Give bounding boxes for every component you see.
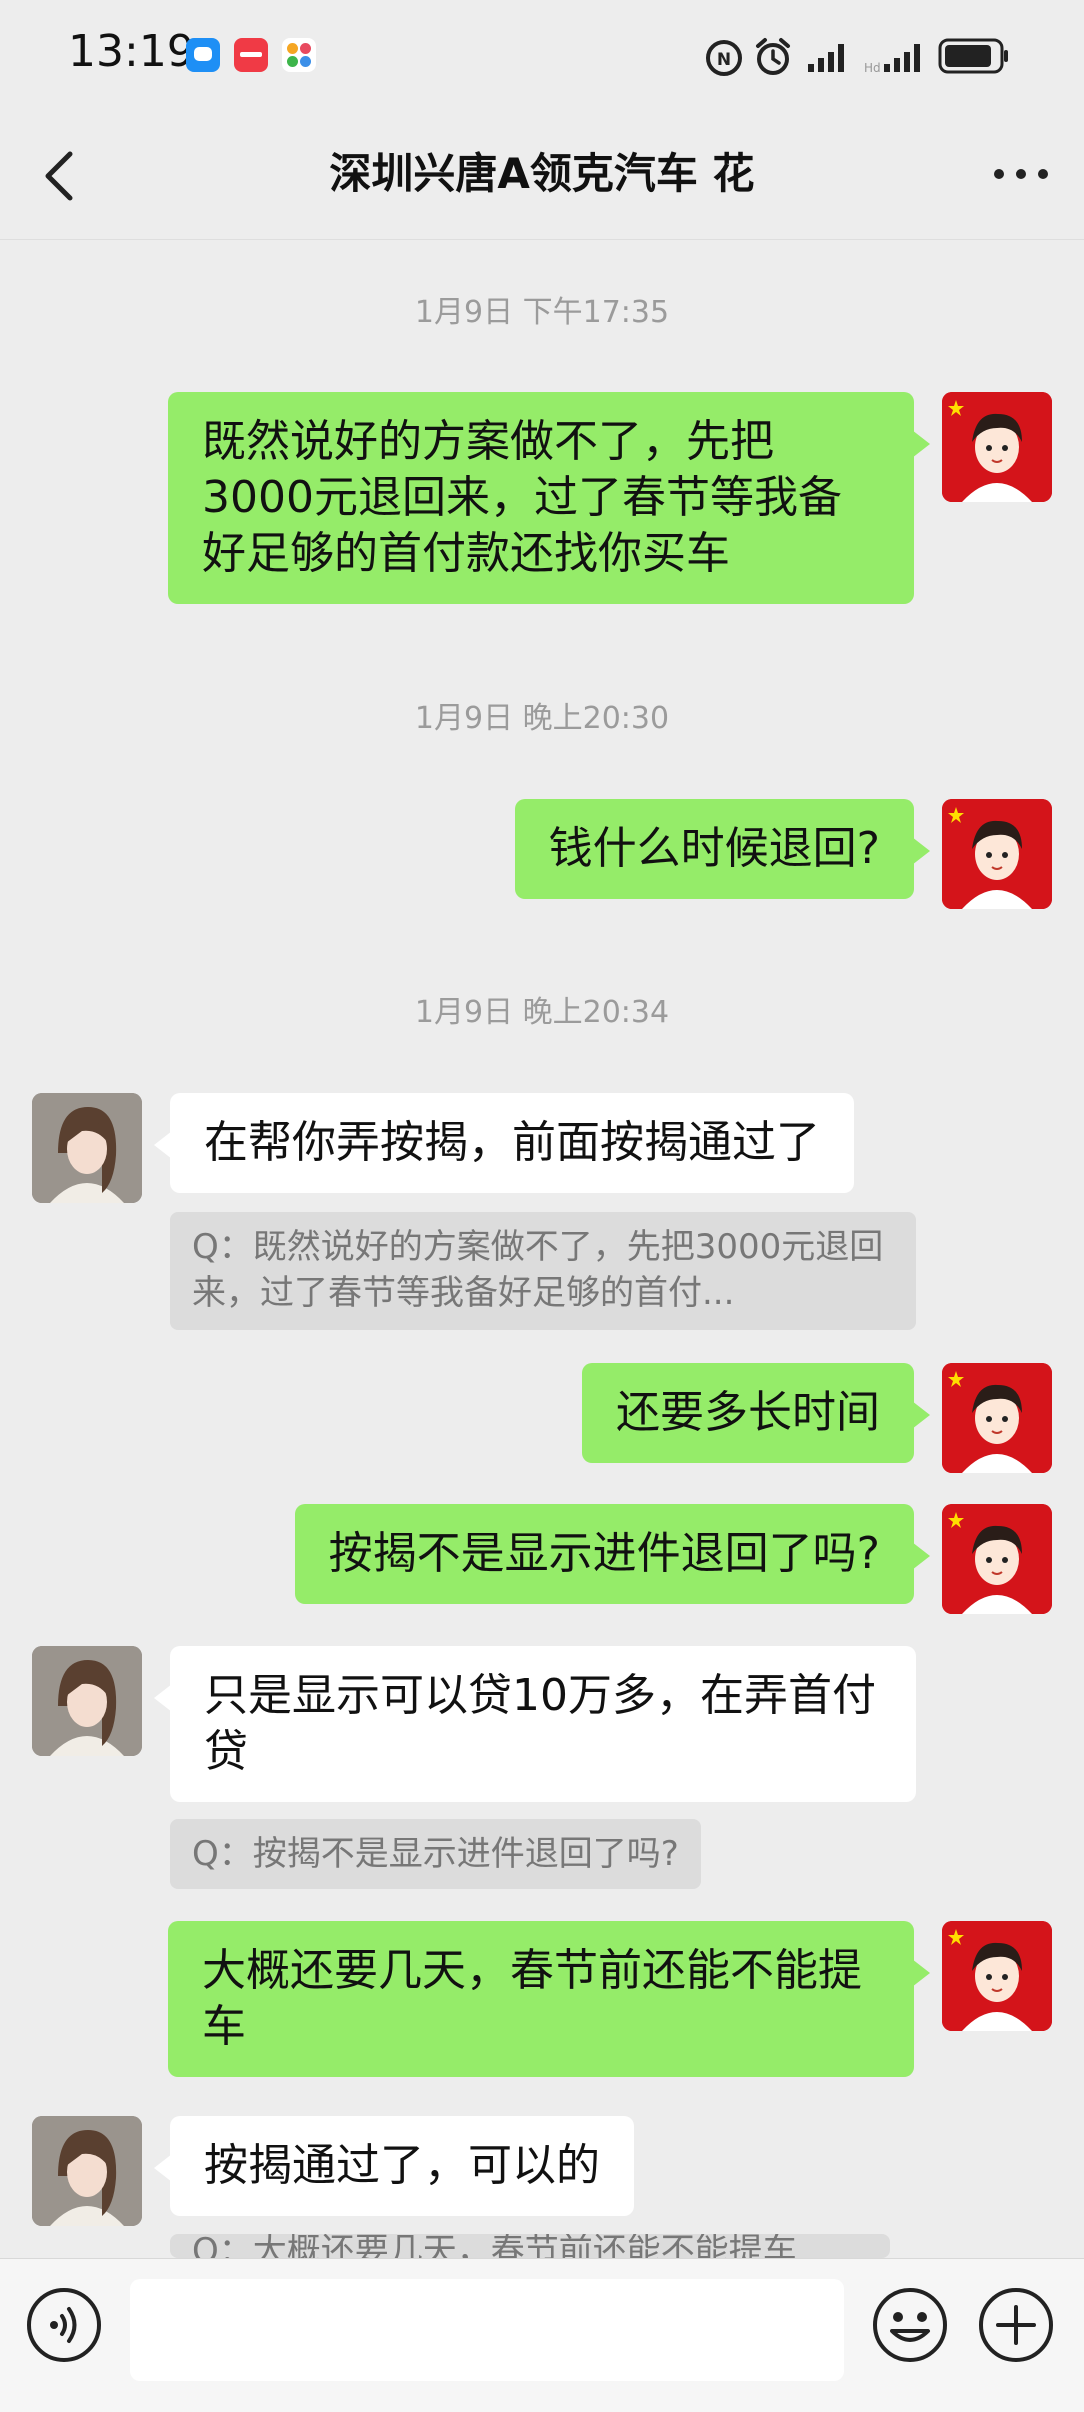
input-bar: [0, 2258, 1084, 2412]
chat-screen: 13:19 N Hd 深圳兴唐A领克汽车 花 1月9日 下午17:35 既然说好…: [0, 0, 1084, 2412]
received-message[interactable]: 只是显示可以贷10万多，在弄首付贷: [154, 1646, 916, 1802]
person-icon: [942, 1921, 1052, 2031]
plus-icon[interactable]: [976, 2285, 1056, 2365]
person-icon: [32, 2116, 142, 2226]
quote-text: Q：大概还要几天，春节前还能不能提车: [192, 2234, 797, 2258]
emoji-icon[interactable]: [870, 2285, 950, 2365]
my-avatar[interactable]: [942, 1921, 1052, 2031]
sent-message[interactable]: 大概还要几天，春节前还能不能提车: [168, 1921, 930, 2077]
svg-text:Hd: Hd: [864, 61, 881, 74]
battery-icon: [938, 38, 1008, 74]
person-icon: [32, 1646, 142, 1756]
status-time: 13:19: [68, 26, 195, 77]
more-dots-icon[interactable]: [986, 154, 1056, 194]
quoted-message[interactable]: Q：大概还要几天，春节前还能不能提车: [170, 2234, 890, 2258]
quote-text: Q：既然说好的方案做不了，先把3000元退回来，过了春节等我备好足够的首付...: [192, 1227, 884, 1313]
sent-message[interactable]: 钱什么时候退回?: [514, 799, 931, 899]
alarm-icon: [756, 38, 790, 75]
signal-icon: Hd: [864, 44, 920, 74]
contact-avatar[interactable]: [32, 1646, 142, 1756]
flower-app-icon: [282, 38, 316, 72]
quoted-message[interactable]: Q：按揭不是显示进件退回了吗?: [170, 1819, 701, 1889]
person-icon: [942, 1504, 1052, 1614]
svg-text:N: N: [717, 50, 731, 70]
chat-title: 深圳兴唐A领克汽车 花: [329, 149, 755, 198]
sent-message[interactable]: 按揭不是显示进件退回了吗?: [294, 1504, 931, 1604]
my-avatar[interactable]: [942, 1363, 1052, 1473]
person-icon: [942, 799, 1052, 909]
timestamp: 1月9日 晚上20:34: [414, 995, 670, 1030]
message-input[interactable]: [130, 2279, 844, 2381]
person-icon: [942, 1363, 1052, 1473]
my-avatar[interactable]: [942, 799, 1052, 909]
my-avatar[interactable]: [942, 1504, 1052, 1614]
quote-text: Q：按揭不是显示进件退回了吗?: [192, 1834, 679, 1874]
contact-avatar[interactable]: [32, 1093, 142, 1203]
person-icon: [32, 1093, 142, 1203]
person-icon: [942, 392, 1052, 502]
my-avatar[interactable]: [942, 392, 1052, 502]
received-message[interactable]: 按揭通过了，可以的: [154, 2116, 634, 2216]
messages-app-icon: [186, 38, 220, 72]
quoted-message[interactable]: Q：既然说好的方案做不了，先把3000元退回来，过了春节等我备好足够的首付...: [170, 1212, 916, 1330]
sent-message[interactable]: 既然说好的方案做不了，先把 3000元退回来，过了春节等我备好足够的首付款还找你…: [168, 392, 930, 604]
timestamp: 1月9日 下午17:35: [414, 295, 670, 330]
status-bar: 13:19 N Hd: [0, 0, 1084, 110]
received-message[interactable]: 在帮你弄按揭，前面按揭通过了: [154, 1093, 854, 1193]
voice-icon[interactable]: [24, 2285, 104, 2365]
app-store-icon: [234, 38, 268, 72]
back-arrow-icon[interactable]: [36, 146, 86, 206]
signal-icon: [808, 44, 844, 72]
chat-header: 深圳兴唐A领克汽车 花: [0, 110, 1084, 240]
contact-avatar[interactable]: [32, 2116, 142, 2226]
timestamp: 1月9日 晚上20:30: [414, 701, 670, 736]
nfc-icon: N: [706, 40, 742, 76]
sent-message[interactable]: 还要多长时间: [582, 1363, 930, 1463]
